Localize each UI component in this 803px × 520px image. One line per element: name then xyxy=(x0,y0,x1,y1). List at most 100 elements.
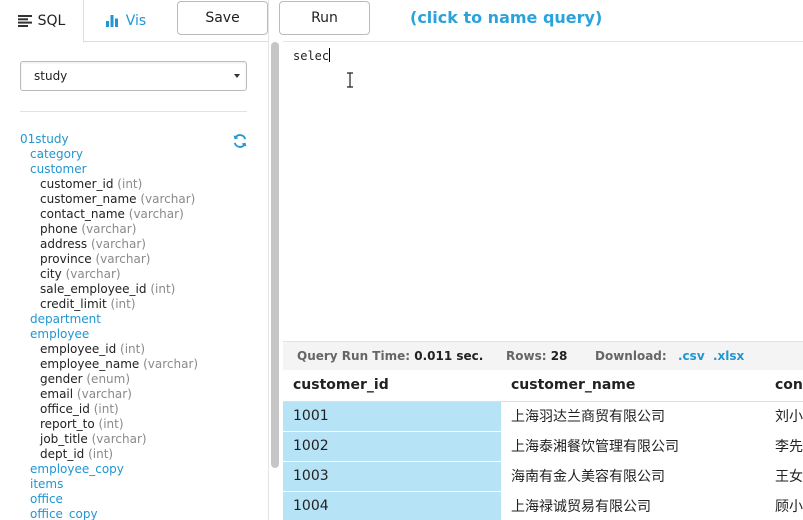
table-header-row: customer_id customer_name con xyxy=(283,370,803,402)
tree-column-item[interactable]: customer_name (varchar) xyxy=(20,192,250,207)
column-name: province xyxy=(40,252,92,266)
column-header[interactable]: customer_name xyxy=(501,370,765,402)
tree-column-item[interactable]: employee_id (int) xyxy=(20,342,250,357)
rows-label: Rows: xyxy=(506,349,547,363)
column-header[interactable]: customer_id xyxy=(283,370,501,402)
list-icon xyxy=(17,15,32,27)
column-type: (enum) xyxy=(86,372,131,386)
table-cell[interactable]: 1001 xyxy=(283,401,501,432)
table-cell[interactable]: 李先 xyxy=(765,431,803,462)
bar-chart-icon xyxy=(105,15,120,27)
table-row: 1004 上海禄诚贸易有限公司 顾小 xyxy=(283,491,803,520)
tree-table-item[interactable]: employee_copy xyxy=(20,462,250,477)
table-cell[interactable]: 王女 xyxy=(765,461,803,492)
table-cell[interactable]: 海南有金人美容有限公司 xyxy=(501,461,765,492)
column-name: email xyxy=(40,387,74,401)
save-button[interactable]: Save xyxy=(177,1,268,35)
tree-column-item[interactable]: customer_id (int) xyxy=(20,177,250,192)
query-name-link[interactable]: (click to name query) xyxy=(410,8,602,27)
column-name: employee_id xyxy=(40,342,117,356)
column-type: (int) xyxy=(98,417,124,431)
table-row: 1003 海南有金人美容有限公司 王女 xyxy=(283,461,803,492)
column-name: contact_name xyxy=(40,207,125,221)
tree-table-item[interactable]: office_copy xyxy=(20,507,250,520)
table-cell[interactable]: 上海泰湘餐饮管理有限公司 xyxy=(501,431,765,462)
text-caret xyxy=(329,48,331,62)
tree-column-item[interactable]: gender (enum) xyxy=(20,372,250,387)
row-count: Rows: 28 xyxy=(506,349,567,363)
runtime-value: 0.011 sec. xyxy=(414,349,484,363)
divider xyxy=(20,111,247,112)
table-cell[interactable]: 1004 xyxy=(283,491,501,520)
tree-table-item[interactable]: customer xyxy=(20,162,250,177)
table-cell[interactable]: 刘小 xyxy=(765,401,803,432)
table-cell[interactable]: 1003 xyxy=(283,461,501,492)
sql-editor-text[interactable]: selec xyxy=(293,48,331,63)
tree-table-item[interactable]: items xyxy=(20,477,250,492)
column-name: gender xyxy=(40,372,83,386)
column-name: employee_name xyxy=(40,357,140,371)
table-cell[interactable]: 1002 xyxy=(283,431,501,462)
column-type: (varchar) xyxy=(140,192,196,206)
tab-sql-label: SQL xyxy=(37,13,66,29)
tree-column-item[interactable]: dept_id (int) xyxy=(20,447,250,462)
chevron-down-icon xyxy=(234,74,240,78)
column-type: (varchar) xyxy=(90,237,146,251)
schema-select[interactable]: study xyxy=(20,61,247,91)
tree-column-item[interactable]: address (varchar) xyxy=(20,237,250,252)
sql-editor[interactable]: selec xyxy=(283,41,803,341)
i-beam-cursor-icon xyxy=(346,72,354,88)
column-type: (varchar) xyxy=(76,387,132,401)
tab-vis[interactable]: Vis xyxy=(84,0,168,42)
download-csv-link[interactable]: .csv xyxy=(678,349,705,363)
tree-table-item[interactable]: category xyxy=(20,147,250,162)
tree-column-item[interactable]: phone (varchar) xyxy=(20,222,250,237)
column-name: report_to xyxy=(40,417,95,431)
results-status-bar: Query Run Time: 0.011 sec. Rows: 28 Down… xyxy=(283,341,803,370)
tree-column-item[interactable]: job_title (varchar) xyxy=(20,432,250,447)
tree-column-item[interactable]: report_to (int) xyxy=(20,417,250,432)
column-name: sale_employee_id xyxy=(40,282,147,296)
tree-table-item[interactable]: department xyxy=(20,312,250,327)
table-cell[interactable]: 上海羽达兰商贸有限公司 xyxy=(501,401,765,432)
download-label: Download: xyxy=(595,349,667,363)
column-type: (int) xyxy=(117,177,143,191)
download-xlsx-link[interactable]: .xlsx xyxy=(713,349,744,363)
tree-column-item[interactable]: sale_employee_id (int) xyxy=(20,282,250,297)
scrollbar-thumb[interactable] xyxy=(271,42,279,468)
results-table: customer_id customer_name con 1001 上海羽达兰… xyxy=(283,370,803,520)
column-name: customer_id xyxy=(40,177,114,191)
tree-column-item[interactable]: employee_name (varchar) xyxy=(20,357,250,372)
column-type: (varchar) xyxy=(81,222,137,236)
tree-column-item[interactable]: email (varchar) xyxy=(20,387,250,402)
column-type: (int) xyxy=(150,282,176,296)
tree-column-item[interactable]: office_id (int) xyxy=(20,402,250,417)
tab-sql[interactable]: SQL xyxy=(0,0,84,43)
schema-select-value: study xyxy=(34,69,68,83)
column-type: (varchar) xyxy=(95,252,151,266)
table-row: 1002 上海泰湘餐饮管理有限公司 李先 xyxy=(283,431,803,462)
column-name: address xyxy=(40,237,88,251)
tree-table-item[interactable]: employee xyxy=(20,327,250,342)
tree-table-item[interactable]: office xyxy=(20,492,250,507)
tree-column-item[interactable]: province (varchar) xyxy=(20,252,250,267)
column-name: job_title xyxy=(40,432,88,446)
rows-value: 28 xyxy=(550,349,568,363)
tree-database[interactable]: 01study xyxy=(20,132,250,147)
tree-column-item[interactable]: credit_limit (int) xyxy=(20,297,250,312)
tree-column-item[interactable]: city (varchar) xyxy=(20,267,250,282)
column-type: (int) xyxy=(93,402,119,416)
tree-column-item[interactable]: contact_name (varchar) xyxy=(20,207,250,222)
column-name: customer_name xyxy=(40,192,137,206)
column-type: (int) xyxy=(88,447,114,461)
runtime-label: Query Run Time: xyxy=(297,349,411,363)
query-run-time: Query Run Time: 0.011 sec. xyxy=(297,349,483,363)
column-type: (varchar) xyxy=(128,207,184,221)
table-cell[interactable]: 上海禄诚贸易有限公司 xyxy=(501,491,765,520)
run-button[interactable]: Run xyxy=(279,1,370,35)
column-type: (varchar) xyxy=(65,267,121,281)
column-header[interactable]: con xyxy=(765,370,803,402)
schema-tree: 01study category customer customer_id (int… xyxy=(20,132,250,520)
table-cell[interactable]: 顾小 xyxy=(765,491,803,520)
schema-sidebar: SQL Vis study 01study category customer cu… xyxy=(0,0,268,520)
